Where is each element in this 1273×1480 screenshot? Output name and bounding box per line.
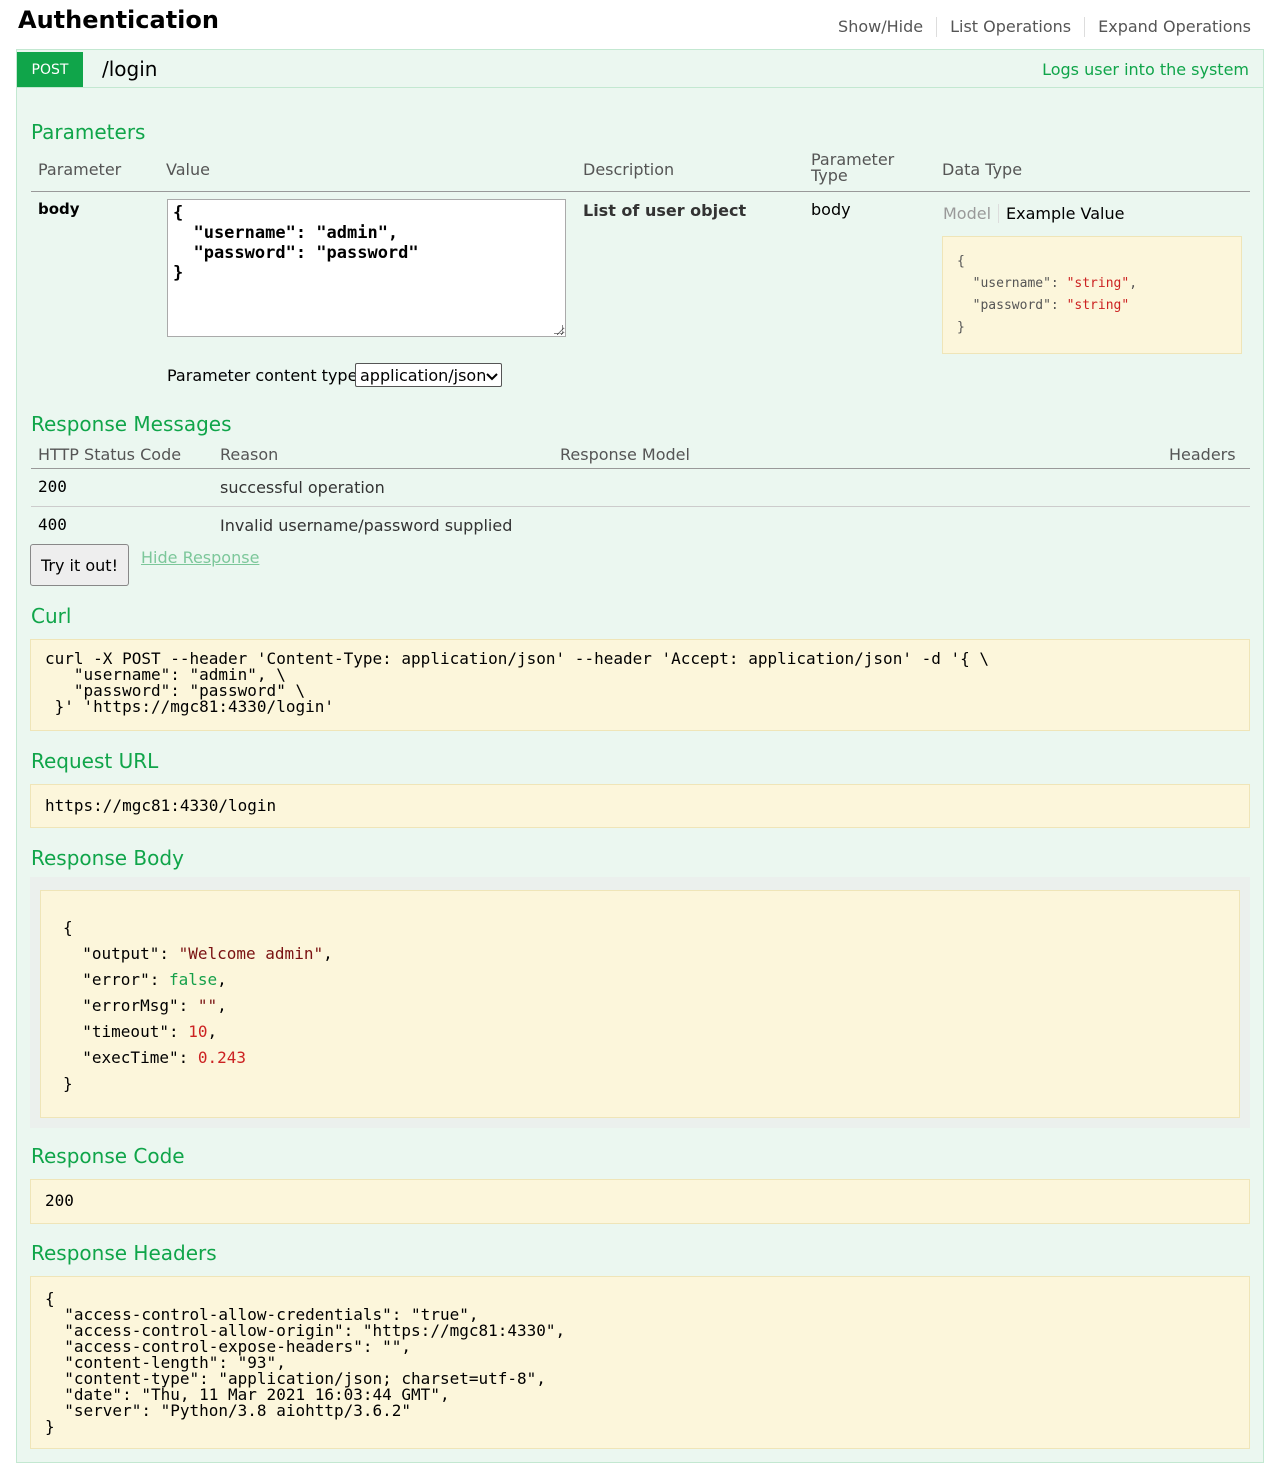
example-line: { [957, 254, 965, 269]
json-value: "Welcome admin" [178, 944, 324, 963]
operation-panel: POST /login Logs user into the system Pa… [16, 49, 1264, 1463]
json-line: "output": "Welcome admin", [63, 944, 333, 963]
response-headers-title: Response Headers [31, 1241, 217, 1265]
json-value: "" [197, 996, 218, 1015]
col-response-model: Response Model [560, 445, 690, 464]
col-parameter: Parameter [38, 160, 122, 179]
example-value: "string" [1066, 298, 1130, 313]
example-key: "username": [957, 276, 1067, 291]
response-body[interactable]: { "output": "Welcome admin", "error": fa… [40, 890, 1240, 1118]
tab-model[interactable]: Model [943, 204, 1000, 223]
col-data-type: Data Type [942, 160, 1023, 179]
response-headers[interactable]: { "access-control-allow-credentials": "t… [30, 1276, 1250, 1449]
col-reason: Reason [220, 445, 279, 464]
body-line: "username": "admin", [173, 223, 399, 243]
responses-row-divider [31, 506, 1250, 507]
status-reason: successful operation [220, 478, 385, 497]
param-name: body [38, 200, 80, 218]
col-parameter-type-line2: Type [811, 166, 848, 185]
col-value: Value [166, 160, 210, 179]
example-value-box[interactable]: { "username": "string", "password": "str… [942, 236, 1242, 354]
response-code-value[interactable]: 200 [30, 1179, 1250, 1224]
operation-path[interactable]: /login [102, 57, 157, 81]
json-line: "errorMsg": "", [63, 996, 227, 1015]
json-line: "timeout": 10, [63, 1022, 218, 1041]
example-value: "string" [1066, 276, 1130, 291]
json-key: "timeout": [63, 1022, 189, 1041]
col-status-code: HTTP Status Code [38, 445, 182, 464]
list-operations-link[interactable]: List Operations [937, 17, 1086, 37]
col-description: Description [583, 160, 675, 179]
try-it-out-button[interactable]: Try it out! [30, 544, 129, 586]
body-line: "password": "password" [173, 243, 419, 263]
response-body-wrapper: { "output": "Welcome admin", "error": fa… [30, 877, 1250, 1128]
status-reason: Invalid username/password supplied [220, 516, 513, 535]
json-key: "errorMsg": [63, 996, 198, 1015]
responses-header-divider [31, 468, 1250, 469]
response-code-title: Response Code [31, 1144, 185, 1168]
json-line: "error": false, [63, 970, 227, 989]
curl-command[interactable]: curl -X POST --header 'Content-Type: app… [30, 639, 1250, 731]
curl-title: Curl [31, 604, 72, 628]
operation-heading[interactable]: POST /login Logs user into the system [17, 50, 1263, 88]
request-url-value[interactable]: https://mgc81:4330/login [30, 784, 1250, 828]
parameters-title: Parameters [31, 120, 146, 144]
json-line: } [63, 1074, 73, 1093]
resource-title[interactable]: Authentication [18, 6, 219, 34]
param-type: body [811, 200, 851, 219]
header-line: } [45, 1417, 55, 1436]
body-line: } [173, 263, 184, 283]
json-line: "execTime": 0.243 [63, 1045, 1217, 1071]
operation-summary[interactable]: Logs user into the system [1042, 60, 1249, 79]
model-tabs: Model Example Value [943, 204, 1124, 223]
example-key: "password": [957, 298, 1067, 313]
resource-nav: Show/Hide List Operations Expand Operati… [825, 17, 1251, 37]
json-line: { [63, 918, 73, 937]
chevron-down-icon [486, 366, 499, 385]
content-type-select[interactable]: application/json [355, 363, 502, 387]
hide-response-link[interactable]: Hide Response [141, 548, 259, 567]
json-value: 10 [188, 1022, 208, 1041]
body-line: { [173, 203, 184, 223]
expand-operations-link[interactable]: Expand Operations [1085, 17, 1251, 37]
json-key: "execTime": [63, 1048, 198, 1067]
curl-line: }' 'https://mgc81:4330/login' [45, 697, 334, 716]
example-line: "password": "string" [957, 295, 1227, 317]
show-hide-link[interactable]: Show/Hide [825, 17, 938, 37]
col-headers: Headers [1169, 445, 1236, 464]
json-key: "error": [63, 970, 169, 989]
request-url-title: Request URL [31, 749, 159, 773]
json-key: "output": [63, 944, 179, 963]
example-line: "username": "string", [957, 276, 1138, 291]
json-value: 0.243 [197, 1048, 247, 1067]
col-parameter-type: Parameter Type [811, 152, 894, 184]
example-line: } [957, 320, 965, 335]
param-description: List of user object [583, 201, 747, 220]
params-header-divider [31, 191, 1250, 192]
http-method-badge[interactable]: POST [17, 52, 83, 87]
response-messages-title: Response Messages [31, 412, 232, 436]
tab-example-value[interactable]: Example Value [999, 204, 1124, 223]
status-code: 200 [38, 477, 67, 496]
status-code: 400 [38, 515, 67, 534]
content-type-label: Parameter content type: [167, 366, 363, 385]
json-value: false [168, 970, 218, 989]
body-textarea[interactable]: { "username": "admin", "password": "pass… [167, 199, 566, 337]
content-type-value: application/json [360, 365, 487, 385]
header-line: "server": "Python/3.8 aiohttp/3.6.2" [45, 1401, 412, 1420]
response-body-title: Response Body [31, 846, 184, 870]
